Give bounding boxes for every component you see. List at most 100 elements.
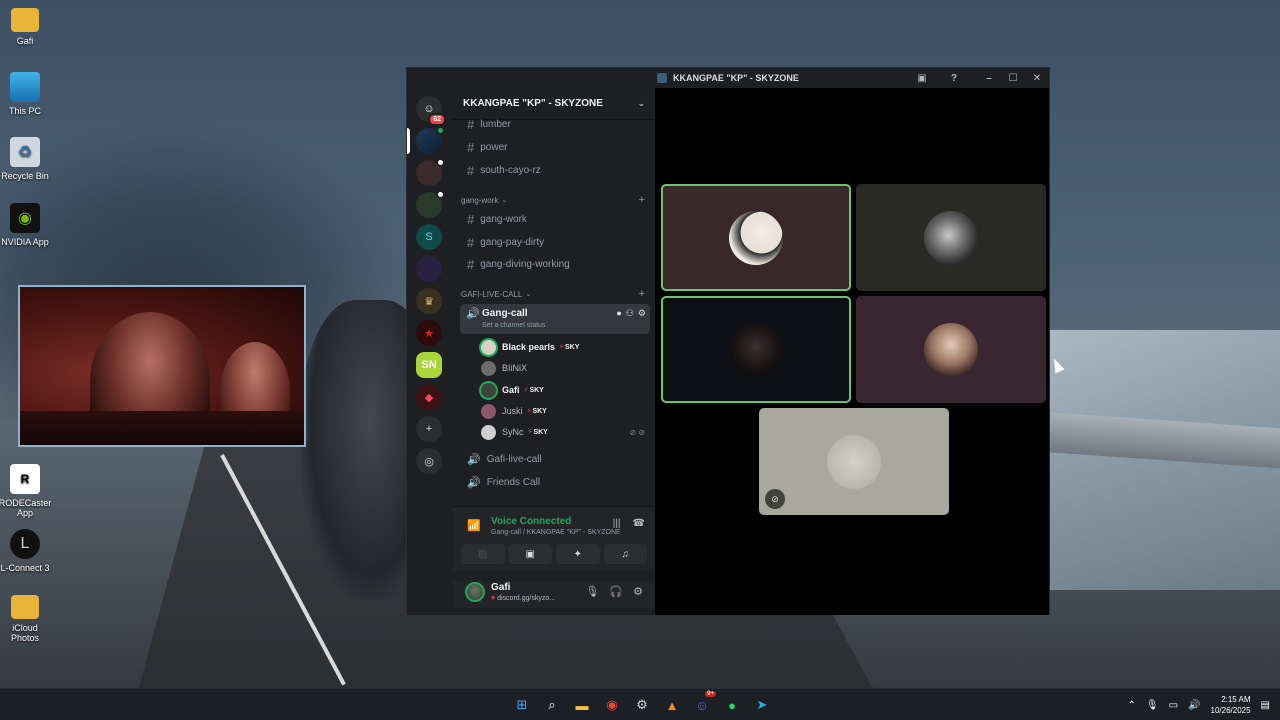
server-3[interactable] xyxy=(416,190,445,218)
channel-lumber[interactable]: # lumber xyxy=(461,114,649,134)
desktop-icon-gafi[interactable]: Gafi xyxy=(0,8,52,46)
server-6[interactable]: ♛ xyxy=(416,288,442,314)
steam-icon[interactable]: ⚙ xyxy=(630,693,654,717)
folder-icon xyxy=(11,8,39,32)
activities-button[interactable]: ✦ xyxy=(556,544,600,564)
voice-user[interactable]: BIiNiX xyxy=(481,358,649,378)
voice-connected-subtitle[interactable]: Gang-call / KKANGPAE "KP" - SKYZONE xyxy=(491,529,621,536)
voice-user[interactable]: Juski ⚡SKY xyxy=(481,401,649,421)
server-4[interactable]: S xyxy=(416,224,442,250)
speaker-icon: 🔊 xyxy=(467,453,481,466)
desktop-icon-recycle-bin[interactable]: ♻ Recycle Bin xyxy=(0,137,52,181)
spotify-icon[interactable]: ● xyxy=(720,693,744,717)
chevron-down-icon: ⌄ xyxy=(637,98,645,108)
voice-user[interactable]: SyNc ⚡SKY ⊘ ⊘ xyxy=(481,422,649,442)
compass-icon: ◎ xyxy=(424,455,434,468)
user-settings-gear-icon[interactable]: ⚙ xyxy=(633,585,643,598)
bolt-icon: ⚡ xyxy=(559,344,564,351)
noise-suppression-icon[interactable]: ||| xyxy=(613,518,621,529)
search-icon[interactable]: ⌕ xyxy=(540,693,564,717)
avatar xyxy=(481,360,496,376)
voice-tile[interactable] xyxy=(856,184,1046,291)
voice-user[interactable]: Black pearls ⚡SKY xyxy=(481,337,649,357)
chat-icon[interactable]: ● xyxy=(616,308,621,319)
soundboard-icon: ♫ xyxy=(621,548,630,560)
add-channel-icon[interactable]: + xyxy=(639,194,645,206)
maximize-icon[interactable]: ☐ xyxy=(1001,68,1025,88)
category-gang-work[interactable]: gang-work ⌄ + xyxy=(461,193,649,207)
windows-start-icon[interactable]: ⊞ xyxy=(510,693,534,717)
clock-date: 10/26/2025 xyxy=(1210,706,1251,715)
headphones-icon[interactable]: 🎧 xyxy=(609,585,623,598)
bolt-icon: ⚡ xyxy=(523,387,529,394)
camera-button[interactable]: ▨ xyxy=(461,544,505,564)
user-panel: Gafi ♥ discord.gg/skyzo... 🎙 🎧 ⚙ xyxy=(453,581,655,608)
speaker-icon: 🔊 xyxy=(467,476,481,489)
add-channel-icon[interactable]: + xyxy=(639,288,645,300)
server-8[interactable]: SN xyxy=(416,352,442,378)
discord-taskbar-icon[interactable]: ☺ 9+ xyxy=(690,691,716,717)
screen-share-button[interactable]: ▣ xyxy=(508,544,552,564)
add-server-button[interactable]: + xyxy=(416,416,442,442)
desktop-icon-nvidia-app[interactable]: ◉ NVIDIA App xyxy=(0,203,52,247)
voice-tile[interactable]: ⊘ xyxy=(759,408,949,515)
network-icon[interactable]: ▭ xyxy=(1169,700,1178,711)
telegram-icon[interactable]: ➤ xyxy=(750,693,774,717)
desktop-icon-this-pc[interactable]: This PC xyxy=(0,72,52,116)
discord-home-button[interactable]: ☺ 62 xyxy=(416,96,446,126)
desktop-icon-rodecaster[interactable]: R RODECaster App xyxy=(0,464,52,518)
server-title-icon xyxy=(657,73,668,83)
channel-gang-diving-working[interactable]: # gang-diving-working xyxy=(461,254,649,274)
inbox-icon[interactable]: ▣ xyxy=(915,71,929,85)
voice-user[interactable]: Gafi ⚡SKY xyxy=(481,380,649,400)
channel-south-cayo-rz[interactable]: # south-cayo-rz xyxy=(461,160,649,180)
soundboard-button[interactable]: ♫ xyxy=(603,544,647,564)
server-2[interactable] xyxy=(416,158,445,186)
disconnect-icon[interactable]: ☎ xyxy=(633,518,645,529)
desktop-icon-icloud-photos[interactable]: iCloud Photos xyxy=(0,595,52,643)
channel-gang-pay-dirty[interactable]: # gang-pay-dirty xyxy=(461,232,649,252)
selected-server-pill xyxy=(407,128,410,154)
minimize-icon[interactable]: – xyxy=(977,68,1001,88)
chevron-up-icon[interactable]: ⌃ xyxy=(1128,700,1136,711)
avatar xyxy=(481,339,496,355)
microphone-tray-icon[interactable]: 🎙 xyxy=(1146,700,1159,711)
settings-gear-icon[interactable]: ⚙ xyxy=(638,308,646,319)
channel-status-prompt[interactable]: Set a channel status xyxy=(482,322,545,329)
mic-muted-icon: ⊘ ⊘ xyxy=(629,427,645,437)
voice-channel-friends-call[interactable]: 🔊 Friends Call xyxy=(461,472,649,492)
desktop-icon-lconnect[interactable]: L L-Connect 3 xyxy=(0,529,52,573)
bolt-icon: ⚡ xyxy=(526,408,532,415)
app-launcher-icon[interactable]: ▲ xyxy=(660,693,684,717)
server-9[interactable]: ◆ xyxy=(416,384,442,410)
server-5[interactable] xyxy=(416,256,442,282)
file-explorer-icon[interactable]: ▬ xyxy=(570,693,594,717)
chrome-icon[interactable]: ◉ xyxy=(600,693,624,717)
close-icon[interactable]: ✕ xyxy=(1025,68,1049,88)
voice-tile[interactable] xyxy=(661,296,851,403)
invite-icon[interactable]: ⚇ xyxy=(626,308,634,319)
category-gafi-live-call[interactable]: GAFI-LIVE-CALL ⌄ + xyxy=(461,287,649,301)
voice-channel-gafi-live-call[interactable]: 🔊 Gafi-live-call xyxy=(461,449,649,469)
server-kkangpae[interactable] xyxy=(416,126,445,154)
voice-connected-title[interactable]: Voice Connected xyxy=(491,516,571,527)
avatar[interactable] xyxy=(465,582,485,602)
channel-actions: ● ⚇ ⚙ xyxy=(616,308,646,319)
voice-channel-gang-call[interactable]: 🔊 Gang-call Set a channel status ● ⚇ ⚙ xyxy=(460,304,650,334)
voice-activity-dot xyxy=(436,158,445,167)
discord-window: KKANGPAE "KP" - SKYZONE ▣ ? – ☐ ✕ ☺ 62 S… xyxy=(406,67,1050,615)
voice-tile[interactable] xyxy=(661,184,851,291)
volume-icon[interactable]: 🔊 xyxy=(1188,700,1200,711)
signal-icon: 📶 xyxy=(467,520,481,532)
clock[interactable]: 2:15 AM 10/26/2025 xyxy=(1211,694,1251,716)
channel-power[interactable]: # power xyxy=(461,137,649,157)
notifications-icon[interactable]: ▤ xyxy=(1261,700,1270,711)
discover-button[interactable]: ◎ xyxy=(416,448,442,474)
server-7[interactable]: ★ xyxy=(416,320,442,346)
microphone-icon[interactable]: 🎙 xyxy=(585,585,599,598)
help-icon[interactable]: ? xyxy=(947,71,961,85)
channel-gang-work[interactable]: # gang-work xyxy=(461,209,649,229)
voice-tile[interactable] xyxy=(856,296,1046,403)
voice-action-buttons: ▨ ▣ ✦ ♫ xyxy=(461,544,647,564)
window-title: KKANGPAE "KP" - SKYZONE xyxy=(673,73,799,83)
